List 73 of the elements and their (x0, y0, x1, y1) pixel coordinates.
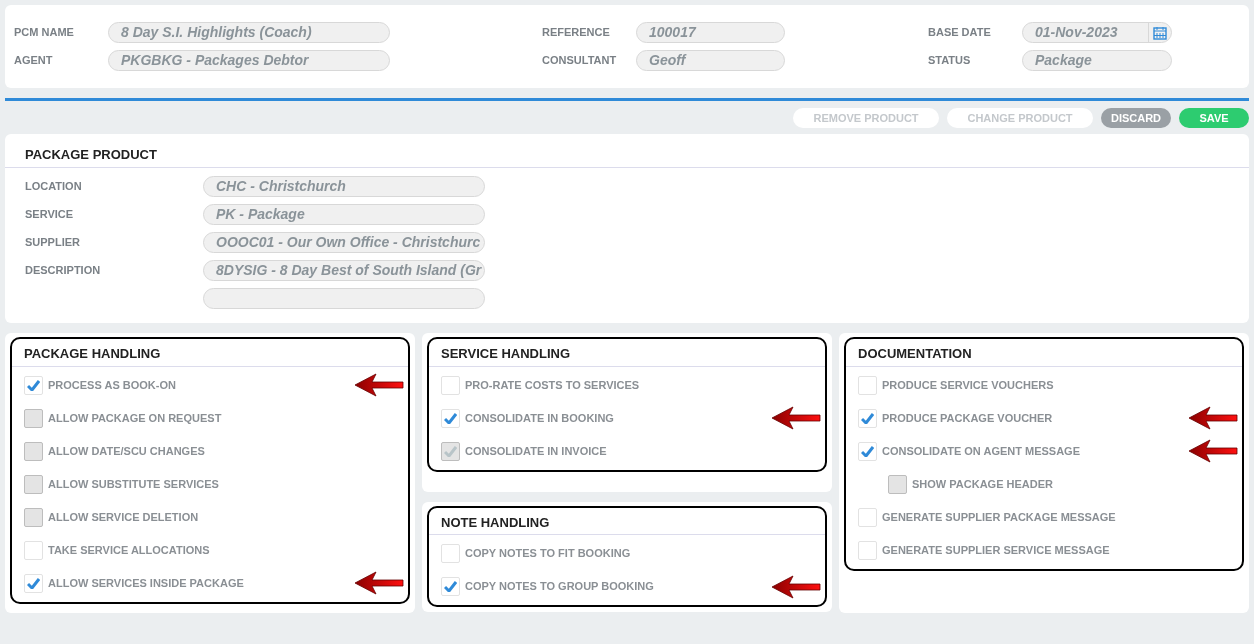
arrow-icon (354, 373, 404, 397)
checkbox-label: ALLOW PACKAGE ON REQUEST (48, 410, 222, 426)
section-title: NOTE HANDLING (429, 507, 825, 535)
text-field[interactable]: PKGBKG - Packages Debtor (108, 50, 390, 71)
text-field[interactable]: Package (1022, 50, 1172, 71)
field-label: PCM NAME (14, 25, 75, 41)
field-label: AGENT (14, 53, 54, 69)
field-value: Package (1035, 51, 1093, 70)
field-label: DESCRIPTION (25, 262, 102, 278)
checkbox-label: PRODUCE PACKAGE VOUCHER (882, 410, 1053, 426)
checkbox[interactable] (858, 540, 877, 560)
arrow-icon (771, 574, 821, 599)
text-field[interactable]: 100017 (636, 22, 785, 43)
checkbox[interactable] (24, 573, 43, 593)
checkbox-label: CONSOLIDATE ON AGENT MESSAGE (882, 443, 1080, 459)
checkbox[interactable] (441, 375, 460, 395)
checkbox-label: PRODUCE SERVICE VOUCHERS (882, 377, 1054, 393)
checkbox-label: SHOW PACKAGE HEADER (912, 476, 1053, 492)
field-value: CHC - Christchurch (216, 176, 347, 196)
field-value: 100017 (649, 23, 698, 42)
arrow-icon (1188, 439, 1238, 463)
checkbox-label: PRO-RATE COSTS TO SERVICES (465, 377, 640, 393)
field-label: CONSULTANT (542, 53, 618, 69)
checkbox[interactable] (441, 577, 460, 596)
checkbox-label: PROCESS AS BOOK-ON (48, 377, 176, 393)
text-field[interactable]: PK - Package (203, 203, 485, 225)
checkbox-label: GENERATE SUPPLIER PACKAGE MESSAGE (882, 509, 1116, 525)
field-label: REFERENCE (542, 25, 611, 41)
text-field[interactable]: CHC - Christchurch (203, 175, 485, 197)
field-value: PK - Package (216, 204, 306, 224)
checkbox-label: COPY NOTES TO GROUP BOOKING (465, 579, 654, 595)
calendar-icon[interactable] (1153, 25, 1167, 40)
checkbox[interactable] (24, 540, 43, 560)
field-value: PKGBKG - Packages Debtor (121, 51, 310, 70)
checkbox[interactable] (858, 408, 877, 428)
checkbox[interactable] (858, 441, 877, 461)
field-label: SERVICE (25, 206, 75, 222)
arrow-icon (1188, 406, 1238, 430)
toolbar-button[interactable]: CHANGE PRODUCT (947, 108, 1093, 128)
toolbar-button[interactable]: SAVE (1179, 108, 1249, 128)
checkbox-label: ALLOW SERVICE DELETION (48, 509, 199, 525)
field-value: Geoff (649, 51, 688, 70)
checkbox-label: CONSOLIDATE IN BOOKING (465, 410, 614, 426)
arrow-icon (771, 406, 821, 430)
field-label: STATUS (928, 53, 972, 69)
checkbox-label: ALLOW SUBSTITUTE SERVICES (48, 476, 219, 492)
field-value: 8 Day S.I. Highlights (Coach) (121, 23, 313, 42)
text-field[interactable]: Geoff (636, 50, 785, 71)
field-label: BASE DATE (928, 25, 992, 41)
checkbox-label: ALLOW DATE/SCU CHANGES (48, 443, 205, 459)
field-label: LOCATION (25, 178, 83, 194)
checkbox[interactable] (858, 507, 877, 527)
field-value: 01-Nov-2023 (1035, 23, 1119, 42)
checkbox-label: TAKE SERVICE ALLOCATIONS (48, 542, 210, 558)
text-field[interactable]: 01-Nov-2023 (1022, 22, 1172, 43)
field-label: SUPPLIER (25, 234, 81, 250)
section-title: DOCUMENTATION (846, 339, 1242, 367)
text-field[interactable] (203, 287, 485, 309)
checkbox-label: GENERATE SUPPLIER SERVICE MESSAGE (882, 542, 1110, 558)
checkbox[interactable] (24, 375, 43, 395)
toolbar-button[interactable]: REMOVE PRODUCT (793, 108, 939, 128)
checkbox[interactable] (441, 408, 460, 428)
toolbar-button[interactable]: DISCARD (1101, 108, 1171, 128)
checkbox-label: CONSOLIDATE IN INVOICE (465, 443, 607, 459)
checkbox[interactable] (858, 375, 877, 395)
checkbox-label: COPY NOTES TO FIT BOOKING (465, 546, 631, 562)
section-title: PACKAGE PRODUCT (5, 145, 1249, 168)
checkbox[interactable] (441, 544, 460, 563)
section-title: PACKAGE HANDLING (12, 339, 408, 367)
checkbox-label: ALLOW SERVICES INSIDE PACKAGE (48, 575, 244, 591)
text-field[interactable]: 8 Day S.I. Highlights (Coach) (108, 22, 390, 43)
arrow-icon (354, 571, 404, 595)
section-title: SERVICE HANDLING (429, 339, 825, 367)
